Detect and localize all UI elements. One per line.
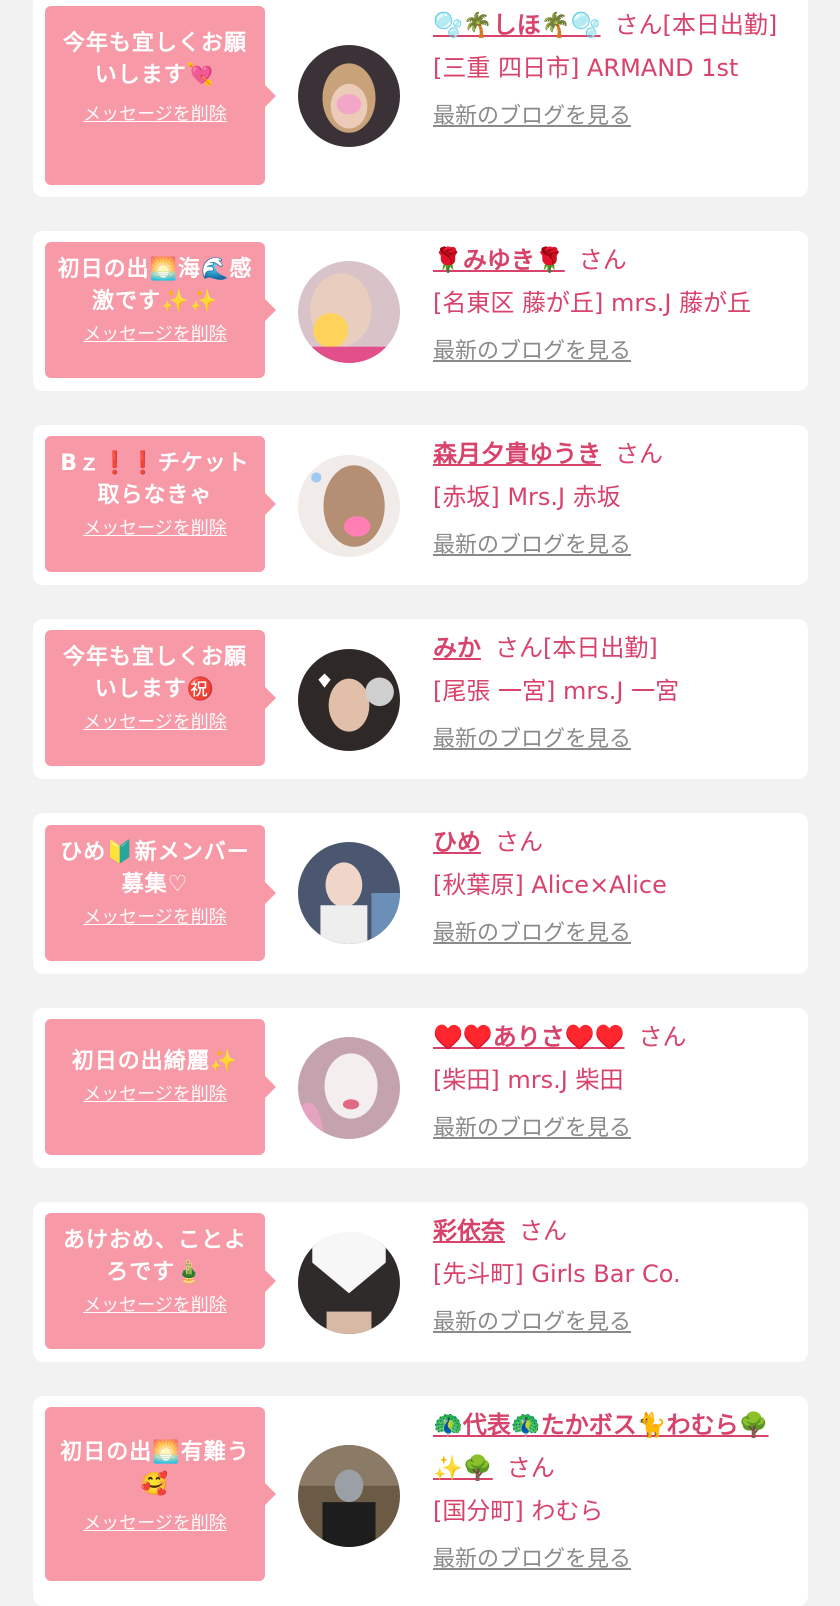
honorific: さん: [615, 440, 663, 468]
avatar[interactable]: [298, 1232, 400, 1334]
message-text: 初日の出🌅海🌊感激です✨✨: [57, 257, 253, 314]
profile-photo-icon: [298, 261, 400, 363]
cast-name-link[interactable]: 🫧🌴しほ🌴🫧: [433, 11, 601, 39]
entry-info: みか さん[本日出勤] [尾張 一宮] mrs.J 一宮 最新のブログを見る: [433, 627, 794, 761]
message-text: 今年も宜しくお願いします㊗️: [62, 645, 247, 702]
shop-label: [赤坂] Mrs.J 赤坂: [433, 483, 621, 511]
delete-message-link[interactable]: メッセージを削除: [83, 514, 227, 540]
honorific: さん: [519, 1217, 567, 1245]
avatar[interactable]: [298, 45, 400, 147]
shop-label: [秋葉原] Alice×Alice: [433, 871, 667, 899]
shop-label: [国分町] わむら: [433, 1497, 604, 1525]
delete-message-link[interactable]: メッセージを削除: [83, 903, 227, 929]
cast-name-link[interactable]: 🌹みゆき🌹: [433, 246, 565, 274]
message-card: 初日の出🌅有難う🥰 メッセージを削除 🦚代表🦚たかボス🐈わむら🌳✨🌳 さん [国分…: [33, 1396, 808, 1606]
honorific: さん: [614, 11, 663, 39]
message-text: 初日の出🌅有難う🥰: [60, 1440, 250, 1497]
avatar[interactable]: [298, 261, 400, 363]
profile-photo-icon: [298, 649, 400, 751]
latest-blog-link[interactable]: 最新のブログを見る: [433, 95, 794, 138]
name-line: ひめ さん: [433, 821, 794, 864]
avatar[interactable]: [298, 1445, 400, 1547]
cast-name-link[interactable]: 🦚代表🦚たかボス🐈わむら🌳✨🌳: [433, 1411, 769, 1482]
latest-blog-link[interactable]: 最新のブログを見る: [433, 912, 794, 955]
delete-message-link[interactable]: メッセージを削除: [83, 708, 227, 734]
avatar[interactable]: [298, 649, 400, 751]
message-bubble: Bｚ❗️❗️チケット取らなきゃ メッセージを削除: [45, 436, 276, 572]
message-text: ひめ🔰新メンバー募集♡: [60, 840, 250, 897]
name-line: 彩依奈 さん: [433, 1210, 794, 1253]
message-bubble: 初日の出綺麗✨ メッセージを削除: [45, 1019, 276, 1155]
message-text: あけおめ、ことよろです🎍: [62, 1228, 247, 1285]
name-line: 森月夕貴ゆうき さん: [433, 433, 794, 476]
message-bubble: 初日の出🌅有難う🥰 メッセージを削除: [45, 1407, 276, 1581]
message-bubble: ひめ🔰新メンバー募集♡ メッセージを削除: [45, 825, 276, 961]
status-label: [本日出勤]: [543, 634, 658, 662]
delete-message-link[interactable]: メッセージを削除: [83, 1509, 227, 1535]
latest-blog-link[interactable]: 最新のブログを見る: [433, 1107, 794, 1150]
latest-blog-link[interactable]: 最新のブログを見る: [433, 524, 794, 567]
message-card: 今年も宜しくお願いします💘 メッセージを削除 🫧🌴しほ🌴🫧 さん[本日出勤] [三…: [33, 0, 808, 197]
latest-blog-link[interactable]: 最新のブログを見る: [433, 330, 794, 373]
name-line: 🦚代表🦚たかボス🐈わむら🌳✨🌳 さん: [433, 1404, 794, 1490]
delete-message-link[interactable]: メッセージを削除: [83, 1080, 227, 1106]
latest-blog-link[interactable]: 最新のブログを見る: [433, 1301, 794, 1344]
name-line: みか さん[本日出勤]: [433, 627, 794, 670]
profile-photo-icon: [298, 45, 400, 147]
entry-info: ひめ さん [秋葉原] Alice×Alice 最新のブログを見る: [433, 821, 794, 955]
shop-label: [三重 四日市] ARMAND 1st: [433, 54, 739, 82]
message-card: 初日の出綺麗✨ メッセージを削除 ♥️♥️ありさ♥️♥️ さん [柴田] mrs.…: [33, 1008, 808, 1168]
cast-name-link[interactable]: ひめ: [433, 828, 481, 856]
latest-blog-link[interactable]: 最新のブログを見る: [433, 1538, 794, 1581]
message-text: Bｚ❗️❗️チケット取らなきゃ: [60, 451, 250, 508]
name-line: 🫧🌴しほ🌴🫧 さん[本日出勤]: [433, 4, 794, 47]
delete-message-link[interactable]: メッセージを削除: [83, 1291, 227, 1317]
message-text: 初日の出綺麗✨: [71, 1049, 239, 1074]
message-card: 今年も宜しくお願いします㊗️ メッセージを削除 みか さん[本日出勤] [尾張 一…: [33, 619, 808, 779]
honorific: さん: [495, 634, 543, 662]
name-line: ♥️♥️ありさ♥️♥️ さん: [433, 1016, 794, 1059]
message-card: あけおめ、ことよろです🎍 メッセージを削除 彩依奈 さん [先斗町] Girls …: [33, 1202, 808, 1362]
shop-label: [先斗町] Girls Bar Co.: [433, 1260, 681, 1288]
message-bubble: あけおめ、ことよろです🎍 メッセージを削除: [45, 1213, 276, 1349]
profile-photo-icon: [298, 1037, 400, 1139]
message-bubble: 今年も宜しくお願いします㊗️ メッセージを削除: [45, 630, 276, 766]
honorific: さん: [495, 828, 543, 856]
profile-photo-icon: [298, 455, 400, 557]
name-line: 🌹みゆき🌹 さん: [433, 239, 794, 282]
profile-photo-icon: [298, 842, 400, 944]
entry-info: 🌹みゆき🌹 さん [名東区 藤が丘] mrs.J 藤が丘 最新のブログを見る: [433, 239, 794, 373]
honorific: さん: [638, 1023, 687, 1051]
delete-message-link[interactable]: メッセージを削除: [83, 320, 227, 346]
entry-info: 森月夕貴ゆうき さん [赤坂] Mrs.J 赤坂 最新のブログを見る: [433, 433, 794, 567]
entry-info: 彩依奈 さん [先斗町] Girls Bar Co. 最新のブログを見る: [433, 1210, 794, 1344]
delete-message-link[interactable]: メッセージを削除: [83, 100, 227, 126]
shop-label: [柴田] mrs.J 柴田: [433, 1066, 624, 1094]
entry-info: 🫧🌴しほ🌴🫧 さん[本日出勤] [三重 四日市] ARMAND 1st 最新のブロ…: [433, 4, 794, 138]
entry-info: ♥️♥️ありさ♥️♥️ さん [柴田] mrs.J 柴田 最新のブログを見る: [433, 1016, 794, 1150]
message-text: 今年も宜しくお願いします💘: [62, 31, 247, 88]
shop-label: [名東区 藤が丘] mrs.J 藤が丘: [433, 289, 752, 317]
avatar[interactable]: [298, 842, 400, 944]
status-label: [本日出勤]: [662, 11, 778, 39]
avatar[interactable]: [298, 455, 400, 557]
message-bubble: 初日の出🌅海🌊感激です✨✨ メッセージを削除: [45, 242, 276, 378]
message-card: 初日の出🌅海🌊感激です✨✨ メッセージを削除 🌹みゆき🌹 さん [名東区 藤が丘]…: [33, 231, 808, 391]
cast-name-link[interactable]: 森月夕貴ゆうき: [433, 440, 601, 468]
message-bubble: 今年も宜しくお願いします💘 メッセージを削除: [45, 6, 276, 185]
entry-info: 🦚代表🦚たかボス🐈わむら🌳✨🌳 さん [国分町] わむら 最新のブログを見る: [433, 1404, 794, 1581]
message-card: Bｚ❗️❗️チケット取らなきゃ メッセージを削除 森月夕貴ゆうき さん [赤坂] …: [33, 425, 808, 585]
message-card: ひめ🔰新メンバー募集♡ メッセージを削除 ひめ さん [秋葉原] Alice×Al…: [33, 813, 808, 974]
latest-blog-link[interactable]: 最新のブログを見る: [433, 718, 794, 761]
honorific: さん: [578, 246, 627, 274]
shop-label: [尾張 一宮] mrs.J 一宮: [433, 677, 680, 705]
profile-photo-icon: [298, 1232, 400, 1334]
avatar[interactable]: [298, 1037, 400, 1139]
cast-name-link[interactable]: みか: [433, 634, 481, 662]
honorific: さん: [506, 1454, 555, 1482]
cast-name-link[interactable]: 彩依奈: [433, 1217, 505, 1245]
cast-name-link[interactable]: ♥️♥️ありさ♥️♥️: [433, 1023, 625, 1051]
profile-photo-icon: [298, 1445, 400, 1547]
